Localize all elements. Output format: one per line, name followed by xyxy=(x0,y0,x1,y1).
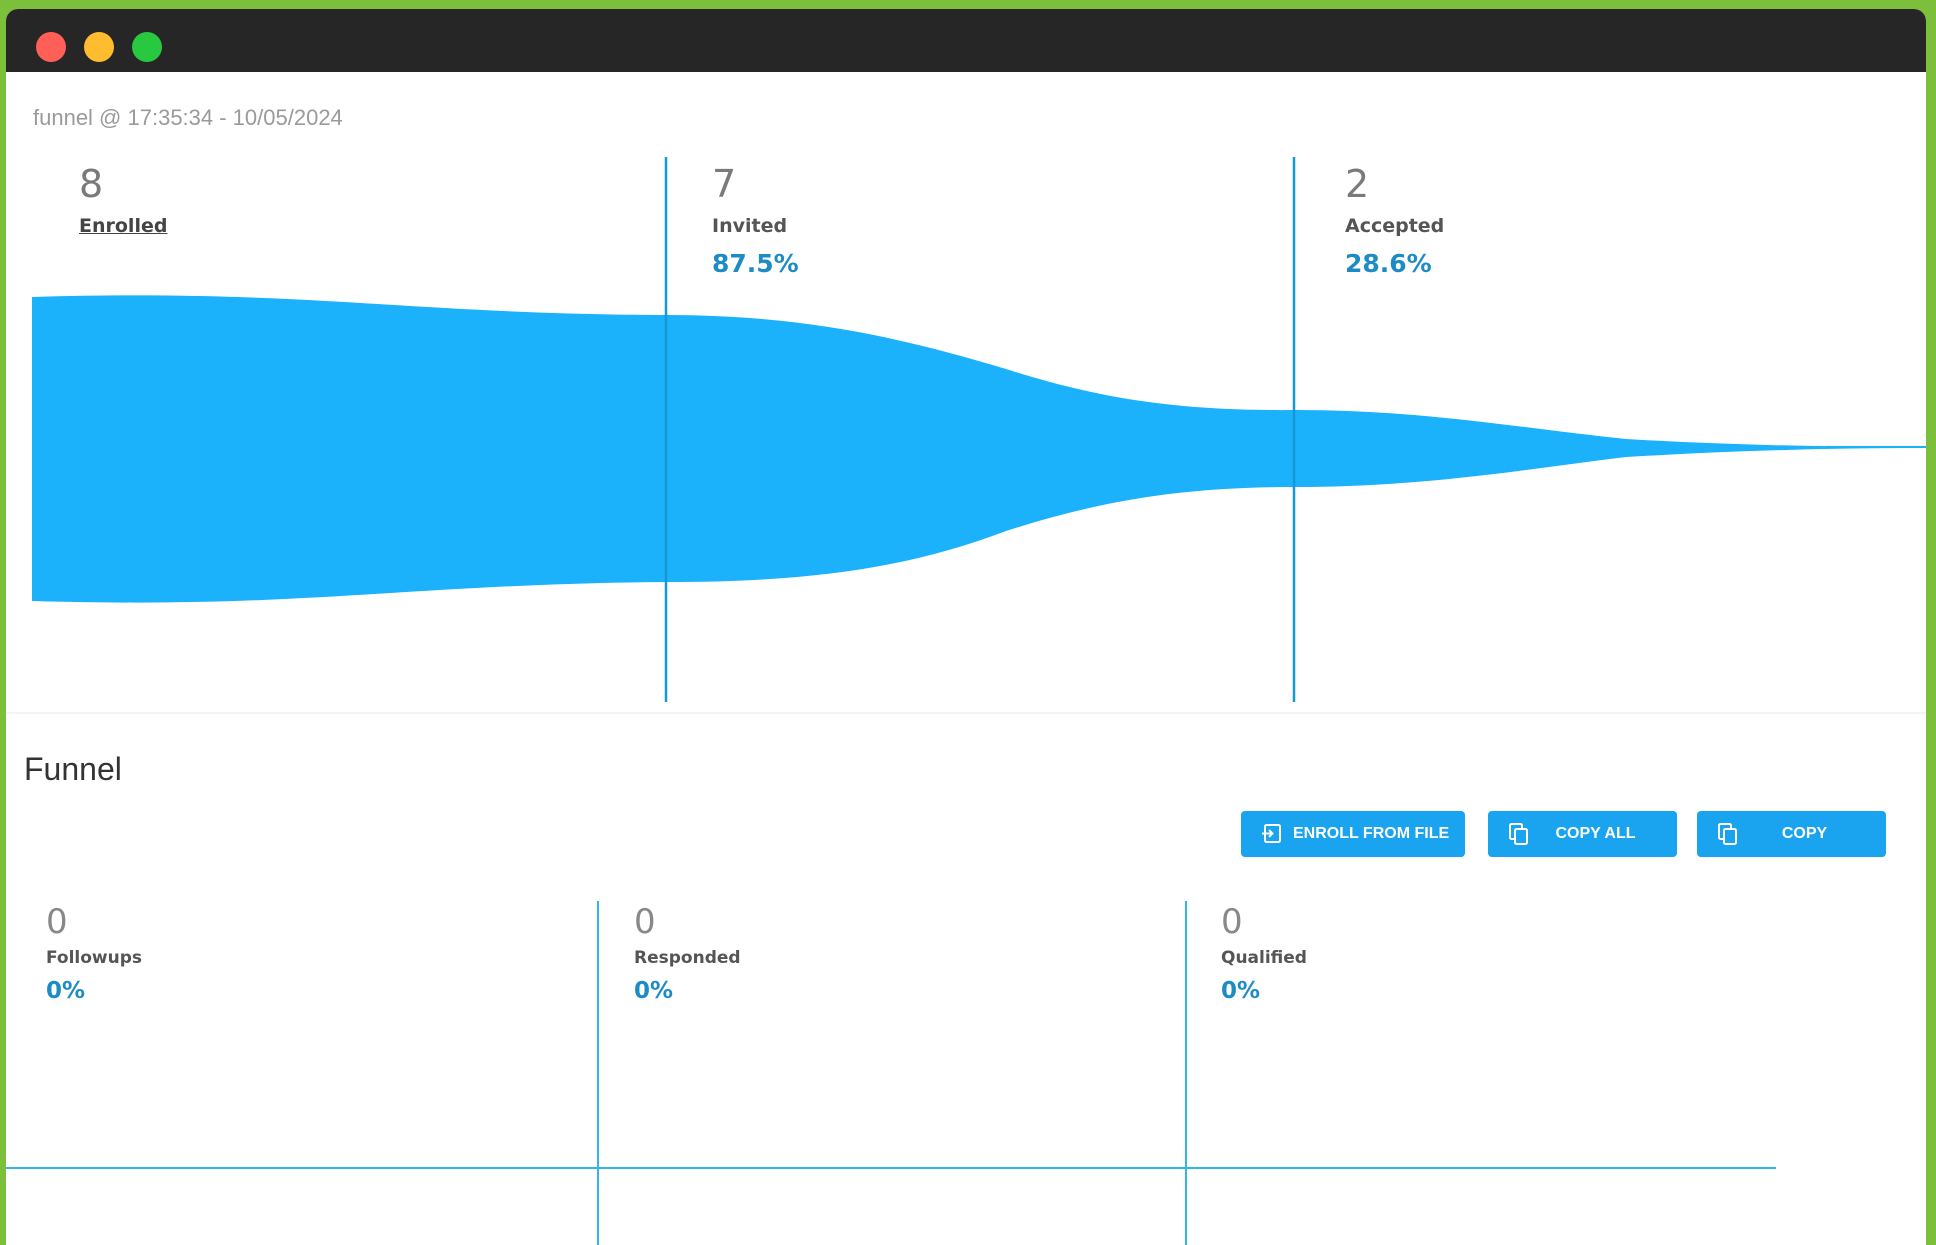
stage-qualified: 0 Qualified 0% xyxy=(1221,905,1307,1004)
minimize-window-button[interactable] xyxy=(84,32,114,62)
copy-button[interactable]: COPY xyxy=(1697,811,1886,857)
stage-label: Followups xyxy=(46,948,143,968)
stage-label: Invited xyxy=(712,215,788,237)
stage-conversion: 0% xyxy=(634,978,674,1004)
stage-count: 0 xyxy=(46,902,68,942)
stage-label: Responded xyxy=(634,948,741,968)
enroll-from-file-button[interactable]: ENROLL FROM FILE xyxy=(1241,811,1465,857)
bottom-funnel-svg xyxy=(6,901,1776,1245)
window-titlebar xyxy=(6,9,1926,72)
stage-label-enrolled-link[interactable]: Enrolled xyxy=(79,215,167,237)
stage-enrolled: 8 Enrolled xyxy=(79,165,167,237)
stage-label: Qualified xyxy=(1221,948,1307,968)
stage-followups: 0 Followups 0% xyxy=(46,905,142,1004)
bottom-funnel-chart: 0 Followups 0% 0 Responded 0% 0 Qualifie… xyxy=(6,889,1926,1245)
maximize-window-button[interactable] xyxy=(132,32,162,62)
stage-responded: 0 Responded 0% xyxy=(634,905,741,1004)
stage-label: Accepted xyxy=(1345,215,1445,237)
copy-icon xyxy=(1508,822,1530,846)
funnel-area xyxy=(32,295,1926,603)
stage-conversion: 0% xyxy=(46,978,86,1004)
copy-all-button[interactable]: COPY ALL xyxy=(1488,811,1677,857)
app-window: funnel @ 17:35:34 - 10/05/2024 8 Enrolle… xyxy=(6,9,1926,1245)
copy-all-label: COPY ALL xyxy=(1555,825,1636,842)
stage-count: 7 xyxy=(712,162,737,206)
top-funnel-chart: 8 Enrolled 7 Invited 87.5% 2 Accepted 28… xyxy=(6,139,1926,714)
stage-count: 0 xyxy=(634,902,656,942)
import-icon xyxy=(1261,822,1283,846)
stage-accepted: 2 Accepted 28.6% xyxy=(1345,165,1444,278)
stage-count: 2 xyxy=(1345,162,1370,206)
section-title: Funnel xyxy=(24,751,122,787)
close-window-button[interactable] xyxy=(36,32,66,62)
enroll-from-file-label: ENROLL FROM FILE xyxy=(1293,825,1450,842)
stage-invited: 7 Invited 87.5% xyxy=(712,165,799,278)
stage-conversion: 87.5% xyxy=(712,249,799,278)
funnel-timestamp: funnel @ 17:35:34 - 10/05/2024 xyxy=(33,105,343,130)
copy-icon xyxy=(1717,822,1739,846)
section-divider xyxy=(6,712,1926,714)
stage-count: 0 xyxy=(1221,902,1243,942)
copy-label: COPY xyxy=(1781,825,1828,842)
stage-conversion: 28.6% xyxy=(1345,249,1432,278)
stage-conversion: 0% xyxy=(1221,978,1261,1004)
stage-count: 8 xyxy=(79,162,104,206)
funnel-shape-svg xyxy=(32,157,1926,702)
